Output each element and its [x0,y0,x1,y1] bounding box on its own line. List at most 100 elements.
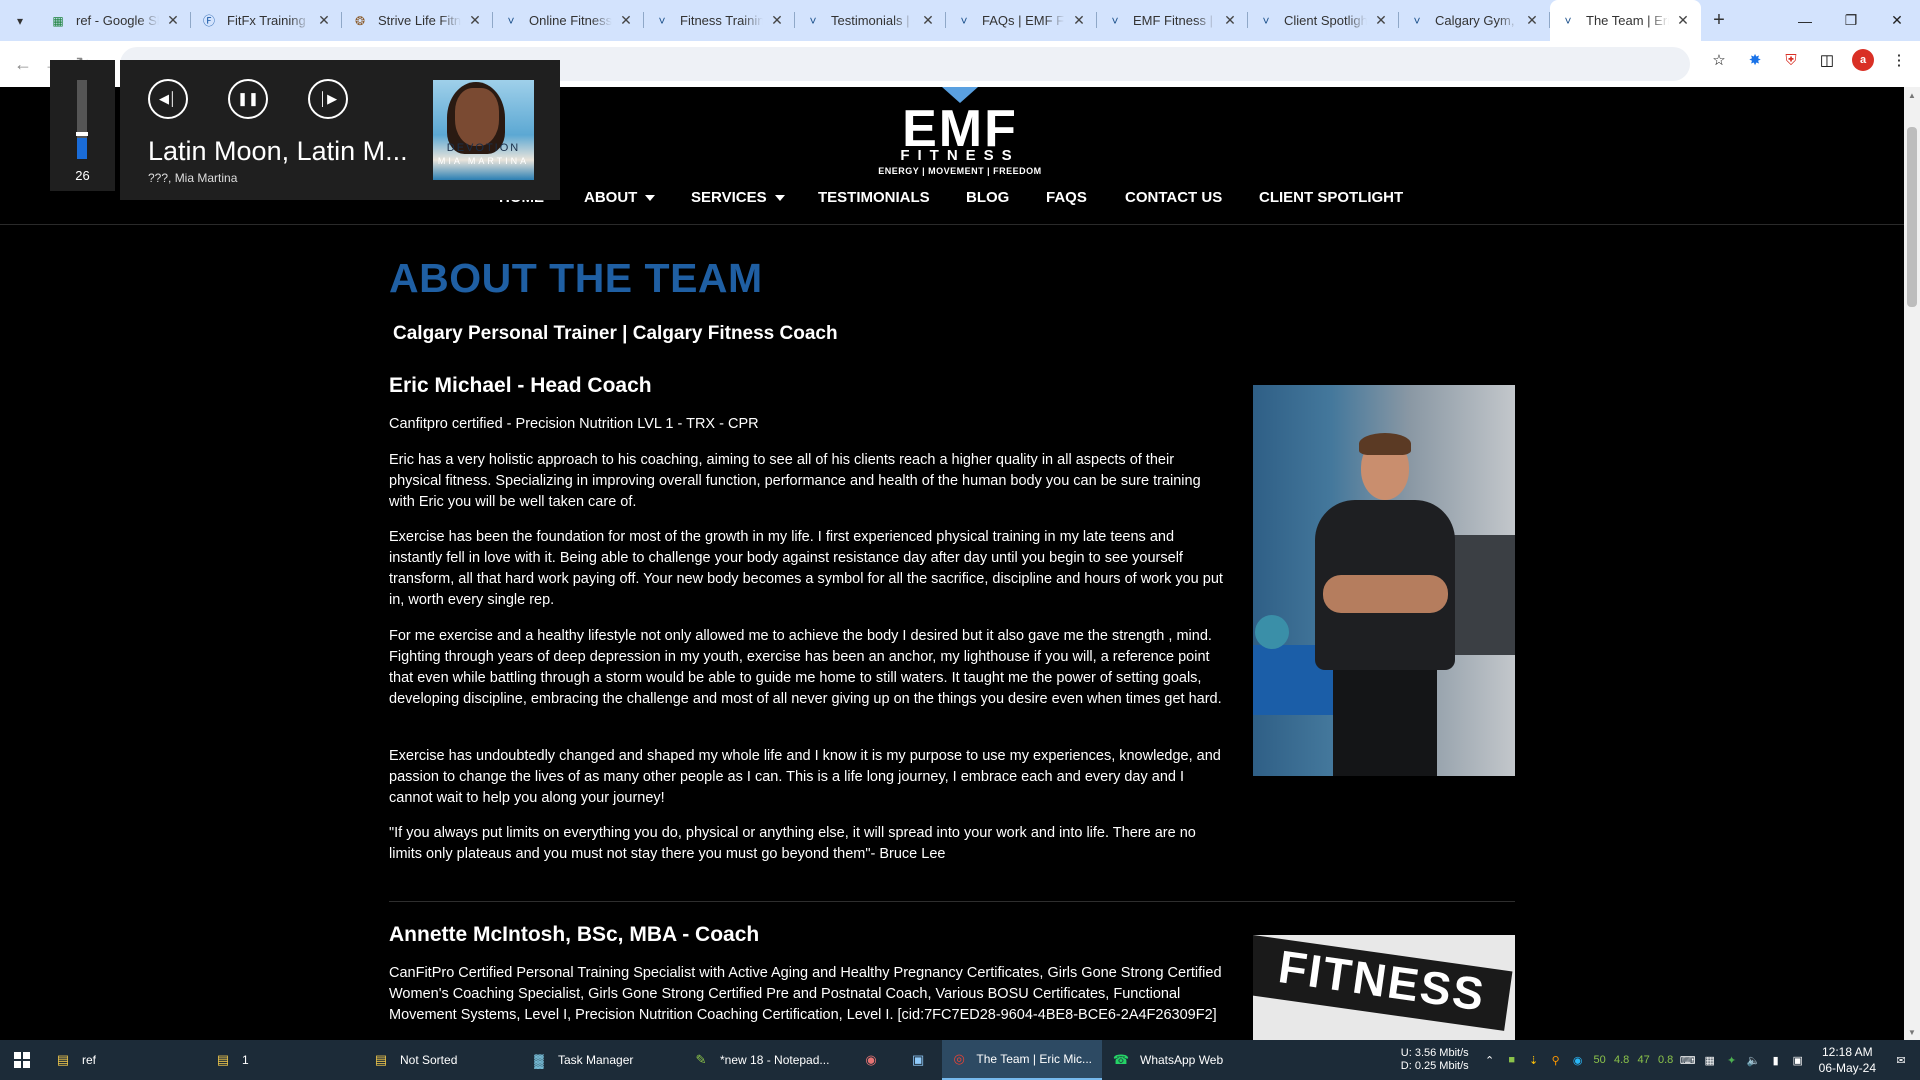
emf-icon: ˅ [507,13,515,28]
song-title: Latin Moon, Latin M... [148,136,408,166]
puzzle-icon[interactable]: ◫ [1816,49,1838,71]
album-art: DEVOTION MIA MARTINA [433,80,534,180]
dropdown-caret-icon [774,195,785,202]
menu-kebab-icon[interactable]: ⋮ [1888,49,1910,71]
nav-item-contact-us[interactable]: CONTACT US [1125,189,1222,206]
restore-icon[interactable]: ❐ [1828,0,1874,41]
tray-search-icon[interactable]: ⚲ [1545,1054,1567,1067]
show-hidden-icons-icon[interactable]: ⌃ [1479,1054,1501,1067]
coach-photo-annette: FITNESS [1253,935,1515,1040]
app-icon: ◉ [865,1052,877,1067]
browser-tab[interactable]: ˅ Client Spotlight ✕ [1248,0,1399,41]
close-window-icon[interactable]: ✕ [1874,0,1920,41]
taskbar-item[interactable]: ▤ ref [44,1040,204,1080]
coach-certifications: CanFitPro Certified Personal Training Sp… [389,965,1222,1023]
tab-close-icon[interactable]: ✕ [1675,12,1691,29]
browser-tab[interactable]: ˅ Calgary Gym, Personal ✕ [1399,0,1550,41]
scroll-down-icon[interactable]: ▼ [1904,1024,1920,1040]
nav-item-services[interactable]: SERVICES [691,189,785,206]
nav-item-about[interactable]: ABOUT [584,189,656,206]
tab-title: EMF Fitness | Calgary [1133,13,1216,28]
tab-close-icon[interactable]: ✕ [769,12,785,29]
taskbar-item[interactable]: ▣ [902,1040,942,1080]
tab-close-icon[interactable]: ✕ [1373,12,1389,29]
network-icon[interactable]: ▣ [1787,1054,1809,1067]
taskbar-item[interactable]: ▤ 1 [204,1040,362,1080]
nav-item-faqs[interactable]: FAQS [1046,189,1087,206]
taskbar-item[interactable]: ◉ [852,1040,902,1080]
tab-close-icon[interactable]: ✕ [1071,12,1087,29]
tray-globe-icon[interactable]: ◉ [1567,1054,1589,1067]
tab-close-icon[interactable]: ✕ [1222,12,1238,29]
taskbar-item[interactable]: ✎ *new 18 - Notepad... [682,1040,852,1080]
browser-tab[interactable]: ▦ ref - Google Sheets ✕ [40,0,191,41]
tab-close-icon[interactable]: ✕ [920,12,936,29]
bookmark-star-icon[interactable]: ☆ [1708,49,1730,71]
tray-app-icon[interactable]: ■ [1501,1054,1523,1066]
next-track-icon[interactable]: │▶ [308,79,348,119]
profile-avatar[interactable]: a [1852,49,1874,71]
clock[interactable]: 12:18 AM 06-May-24 [1819,1044,1876,1076]
taskbar-item[interactable]: ▤ Not Sorted [362,1040,520,1080]
start-button[interactable] [0,1040,44,1080]
shield-extension-icon[interactable]: ⛨ [1780,49,1802,71]
browser-tab[interactable]: ˅ Testimonials | Calgary ✕ [795,0,946,41]
tray-bug-icon[interactable]: ✦ [1721,1054,1743,1067]
tab-title: Strive Life Fitness [378,13,461,28]
emf-icon: ˅ [1413,13,1421,28]
section-divider [389,901,1515,902]
browser-tab[interactable]: ˅ FAQs | EMF Fitness ✕ [946,0,1097,41]
tab-search-icon[interactable]: ▾ [0,0,40,41]
nav-item-blog[interactable]: BLOG [966,189,1009,206]
battery-icon[interactable]: ▮ [1765,1054,1787,1067]
browser-tab[interactable]: ˅ EMF Fitness | Calgary ✕ [1097,0,1248,41]
notifications-icon[interactable]: ✉ [1890,1054,1912,1067]
page-scrollbar[interactable]: ▲ ▼ [1904,87,1920,1040]
tab-close-icon[interactable]: ✕ [316,12,332,29]
volume-level: 26 [75,168,90,183]
folder-icon: ▤ [216,1052,230,1067]
browser-tab[interactable]: ˅ Online Fitness Coaching ✕ [493,0,644,41]
tab-title: Client Spotlight [1284,13,1367,28]
nav-item-client-spotlight[interactable]: CLIENT SPOTLIGHT [1259,189,1403,206]
tray-keyboard-icon[interactable]: ⌨ [1677,1054,1699,1067]
calculator-icon: ▣ [912,1052,925,1067]
browser-tab[interactable]: ˅ Fitness Training ✕ [644,0,795,41]
taskbar-item[interactable]: ▓ Task Manager [520,1040,682,1080]
tray-download-icon[interactable]: ⇣ [1523,1054,1545,1067]
browser-tab[interactable]: Ⓕ FitFx Training | Personal ✕ [191,0,342,41]
emf-icon: ˅ [960,13,968,28]
tab-close-icon[interactable]: ✕ [618,12,634,29]
browser-tab[interactable]: ❂ Strive Life Fitness ✕ [342,0,493,41]
volume-flyout[interactable]: 26 [50,60,115,191]
nav-item-testimonials[interactable]: TESTIMONIALS [818,189,930,206]
network-speed: U: 3.56 Mbit/s D: 0.25 Mbit/s [1401,1047,1469,1073]
minimize-icon[interactable]: — [1782,0,1828,41]
folder-icon: ▤ [374,1052,388,1067]
coach-bio-paragraph: Exercise has been the foundation for mos… [389,529,1223,608]
tab-close-icon[interactable]: ✕ [165,12,181,29]
taskbar-item[interactable]: ◎ The Team | Eric Mic... [942,1040,1102,1080]
taskbar-item-label: 1 [242,1053,249,1067]
tray-lang-icon[interactable]: ▦ [1699,1054,1721,1067]
tab-close-icon[interactable]: ✕ [467,12,483,29]
scroll-up-icon[interactable]: ▲ [1904,87,1920,103]
taskbar-item-label: The Team | Eric Mic... [976,1052,1092,1066]
clock-time: 12:18 AM [1821,1045,1873,1059]
volume-slider[interactable] [76,80,88,159]
new-tab-button[interactable]: + [1701,0,1737,41]
taskbar-item[interactable]: ☎ WhatsApp Web [1102,1040,1257,1080]
emf-logo[interactable]: EMF FITNESS ENERGY | MOVEMENT | FREEDOM [860,87,1060,187]
pause-icon[interactable]: ❚❚ [228,79,268,119]
strive-icon: ❂ [354,13,366,28]
previous-track-icon[interactable]: ◀│ [148,79,188,119]
back-icon[interactable]: ← [8,49,38,79]
tab-close-icon[interactable]: ✕ [1524,12,1540,29]
browser-tab[interactable]: ˅ The Team | Eric ✕ [1550,0,1701,41]
net-upload: U: 3.56 Mbit/s [1400,1047,1469,1059]
volume-knob[interactable] [76,132,88,137]
scroll-thumb[interactable] [1907,127,1917,307]
volume-icon[interactable]: 🔈 [1743,1054,1765,1067]
extension-icon[interactable]: ✸ [1744,49,1766,71]
tray-stat: 4.8 [1613,1054,1630,1066]
